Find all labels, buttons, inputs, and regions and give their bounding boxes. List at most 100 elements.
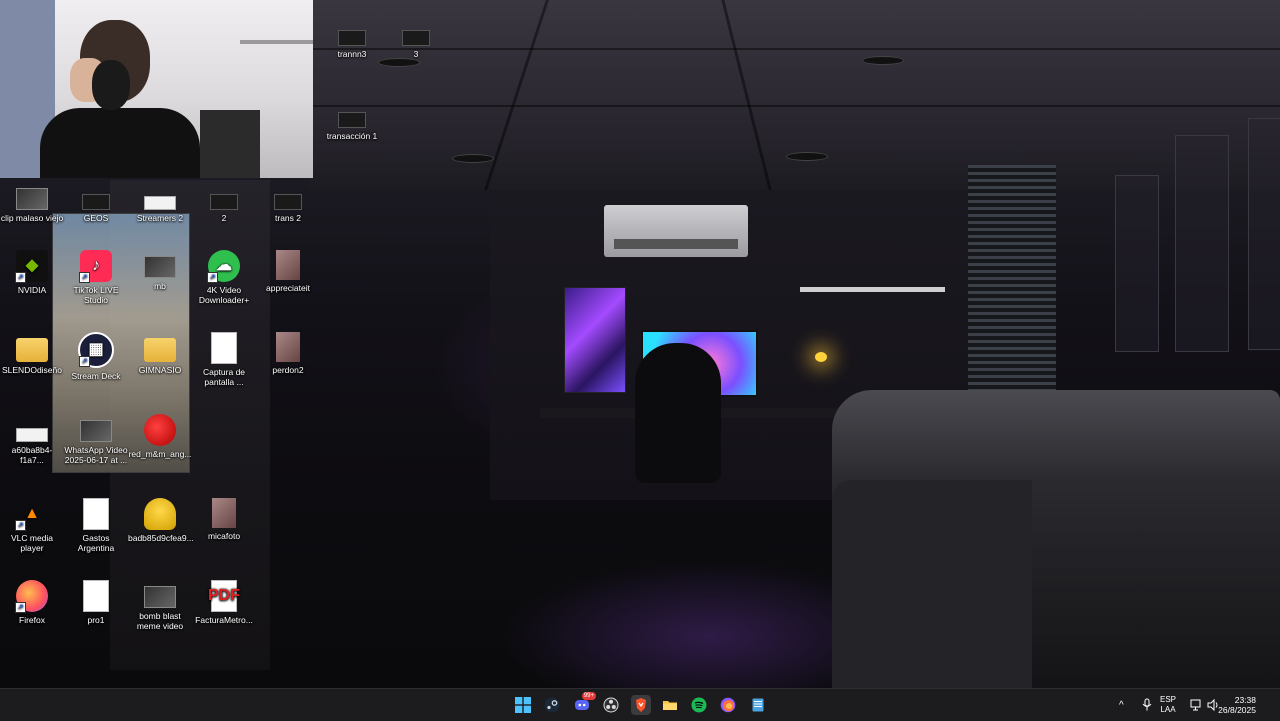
desktop-icon-tiktok[interactable]: ♪ ↗ TikTok LIVE Studio	[64, 250, 128, 305]
ceiling-light	[452, 154, 494, 163]
tray-microphone[interactable]	[1141, 689, 1153, 721]
folder-icon	[663, 701, 677, 710]
firefox-icon: ↗	[15, 580, 48, 613]
start-button[interactable]	[513, 695, 533, 715]
taskbar-spotify[interactable]	[689, 695, 709, 715]
desktop-icon-label: Captura de pantalla ...	[202, 367, 246, 387]
desktop-icon-bombblast[interactable]: bomb blast meme video	[128, 580, 192, 631]
desktop-icon-transaccion1[interactable]: transacción 1	[320, 100, 384, 141]
desktop-icon-label: WhatsApp Video 2025-06-17 at ...	[64, 445, 128, 465]
wallpaper-sofa-seat	[832, 480, 1032, 688]
spotify-icon	[691, 697, 707, 713]
tray-language[interactable]: ESP LAA	[1160, 689, 1176, 721]
white-thumbnail	[144, 196, 176, 210]
chevron-up-icon: ^	[1119, 699, 1124, 711]
taskbar-steam[interactable]	[542, 695, 562, 715]
desktop-icon-label: 3	[413, 49, 419, 59]
desktop-icon-gastos[interactable]: Gastos Argentina	[64, 498, 128, 553]
desktop-icon-label: red_m&m_ang...	[128, 449, 192, 459]
tray-network[interactable]	[1190, 689, 1203, 721]
desktop-icon-micafoto[interactable]: micafoto	[192, 498, 256, 541]
desktop-icon-label: Firefox	[19, 615, 45, 625]
desktop-icon-label: 4K Video Downloader+	[198, 285, 250, 305]
desktop-icon-clip[interactable]: clip malaso viejo	[0, 182, 64, 223]
taskbar-file-explorer[interactable]	[660, 695, 680, 715]
desktop-icon-a60b[interactable]: a60ba8b4-f1a7...	[0, 414, 64, 465]
photo-thumbnail	[276, 250, 300, 280]
taskbar-brave[interactable]	[631, 695, 651, 715]
desktop-icon-badb[interactable]: badb85d9cfea9...	[128, 498, 194, 543]
tray-overflow-button[interactable]: ^	[1119, 689, 1124, 721]
shortcut-arrow-icon: ↗	[15, 602, 26, 613]
desktop-icon-perdon2[interactable]: perdon2	[256, 332, 320, 375]
taskbar-notepad[interactable]	[748, 695, 768, 715]
desktop-icon-label: micafoto	[207, 531, 241, 541]
ceiling-beam	[310, 48, 1280, 50]
clock-date: 26/8/2025	[1218, 705, 1256, 715]
desktop-icon-gimnasio[interactable]: GIMNASIO	[128, 332, 192, 375]
microphone-icon	[1142, 698, 1152, 711]
desktop-icon-4k[interactable]: ☁ ↗ 4K Video Downloader+	[192, 250, 256, 305]
blank-thumbnail	[274, 194, 302, 210]
obs-icon	[603, 697, 619, 713]
taskbar-discord[interactable]: 99+	[572, 692, 596, 715]
helmet-icon	[144, 498, 176, 530]
taskbar-obs[interactable]	[601, 695, 621, 715]
ceiling-light	[378, 58, 420, 67]
language-code: ESP	[1160, 695, 1177, 704]
desktop-icon-geos[interactable]: GEOS	[64, 182, 128, 223]
desktop-icon-whatsapp[interactable]: WhatsApp Video 2025-06-17 at ...	[64, 414, 128, 465]
desktop-icon-captura[interactable]: Captura de pantalla ...	[192, 332, 256, 387]
mm-icon	[144, 414, 176, 446]
blank-thumbnail	[338, 112, 366, 128]
shortcut-arrow-icon: ↗	[207, 272, 218, 283]
desktop-icon-label: perdon2	[272, 365, 304, 375]
tray-clock[interactable]: 23:38 26/8/2025	[1218, 695, 1256, 715]
desktop-icon-label: appreciateit	[266, 283, 310, 293]
wallpaper-frame	[1115, 175, 1159, 352]
desktop-icon-3[interactable]: 3	[384, 18, 448, 59]
desktop-icon-2[interactable]: 2	[192, 182, 256, 223]
wallpaper-poster	[564, 287, 626, 393]
desktop-icon-label: SLENDOdiseño	[1, 365, 62, 375]
video-thumbnail	[144, 586, 176, 608]
wallpaper-air-conditioner	[604, 205, 748, 257]
desktop-icon-trannn3[interactable]: trannn3	[320, 18, 384, 59]
document-icon	[83, 580, 109, 612]
document-icon	[83, 498, 109, 530]
desktop-icon-vlc[interactable]: ▲ ↗ VLC media player	[0, 498, 64, 554]
desktop-icon-redmm[interactable]: red_m&m_ang...	[128, 414, 192, 459]
desktop-icon-firefox[interactable]: ↗ Firefox	[0, 580, 64, 625]
wallpaper-ceiling	[310, 0, 1280, 190]
desktop-icon-mb[interactable]: mb	[128, 250, 192, 291]
webcam-overlay	[0, 0, 313, 178]
desktop-icon-factura[interactable]: PDF FacturaMetro...	[192, 580, 256, 625]
headset	[92, 60, 130, 110]
desktop-icon-label: TikTok LIVE Studio	[73, 285, 119, 305]
document-icon	[211, 332, 237, 364]
show-desktop-button[interactable]	[1274, 689, 1280, 721]
desktop-icon-label: trannn3	[337, 49, 367, 59]
desktop-icon-label: FacturaMetro...	[195, 615, 253, 625]
video-thumbnail	[80, 420, 112, 442]
desktop-icon-label: NVIDIA	[17, 285, 47, 295]
folder-icon	[144, 338, 176, 362]
desktop-icon-streamdeck[interactable]: ▦ ↗ Stream Deck	[64, 332, 128, 381]
keyboard-layout: LAA	[1160, 705, 1176, 714]
vlc-icon: ▲ ↗	[15, 498, 48, 531]
desktop-icon-label: 2	[221, 213, 227, 223]
video-thumbnail	[16, 188, 48, 210]
desktop-icon-appreciateit[interactable]: appreciateit	[256, 250, 320, 293]
blank-thumbnail	[210, 194, 238, 210]
desktop-icon-nvidia[interactable]: ◆ ↗ NVIDIA	[0, 250, 64, 295]
desktop-icon-label: clip malaso viejo	[0, 213, 64, 223]
desktop-icon-streamers2[interactable]: Streamers 2	[128, 182, 192, 223]
desktop-icon-label: Gastos Argentina	[77, 533, 115, 553]
desktop-icon-label: Stream Deck	[71, 371, 121, 381]
brave-icon	[636, 698, 646, 712]
taskbar-firefox[interactable]	[718, 695, 738, 715]
desktop-icon-label: Streamers 2	[136, 213, 184, 223]
desktop-icon-pro1[interactable]: pro1	[64, 580, 128, 625]
desktop-icon-trans2[interactable]: trans 2	[256, 182, 320, 223]
desktop-icon-slendo[interactable]: SLENDOdiseño	[0, 332, 64, 375]
